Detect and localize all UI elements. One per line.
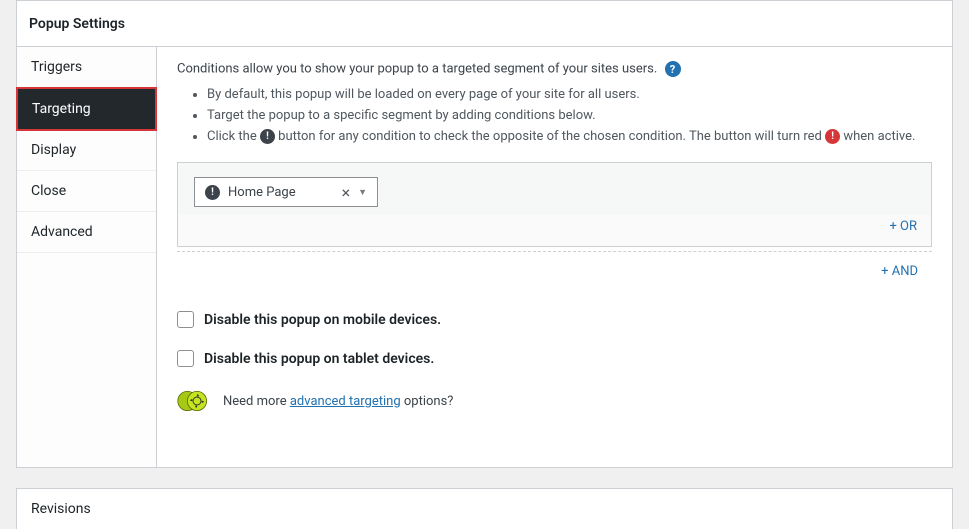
settings-tabs: Triggers Targeting Display Close Advance… (17, 47, 157, 467)
tab-advanced[interactable]: Advanced (17, 212, 156, 253)
gear-icon (177, 389, 209, 413)
bullet-3: Click the ! button for any condition to … (207, 129, 932, 144)
popup-settings-panel: Popup Settings Triggers Targeting Displa… (16, 0, 953, 468)
tab-triggers[interactable]: Triggers (17, 47, 156, 88)
revisions-panel: Revisions (16, 488, 953, 529)
conditions-panel: ! Home Page × ▼ + OR (177, 162, 932, 247)
promo-row: Need more advanced targeting options? (177, 389, 932, 413)
remove-condition-icon[interactable]: × (336, 183, 357, 202)
disable-tablet-checkbox[interactable] (177, 350, 194, 367)
intro-text: Conditions allow you to show your popup … (177, 61, 657, 76)
intro-paragraph: Conditions allow you to show your popup … (177, 61, 932, 77)
panel-title: Popup Settings (29, 16, 125, 32)
advanced-targeting-link[interactable]: advanced targeting (290, 394, 401, 409)
revisions-title: Revisions (17, 489, 952, 529)
tab-targeting[interactable]: Targeting (16, 87, 157, 131)
condition-chip[interactable]: ! Home Page × ▼ (194, 177, 378, 207)
not-toggle-icon[interactable]: ! (205, 185, 220, 200)
panel-body: Triggers Targeting Display Close Advance… (17, 47, 952, 467)
disable-mobile-checkbox[interactable] (177, 311, 194, 328)
tab-close[interactable]: Close (17, 171, 156, 212)
not-icon-active: ! (825, 129, 840, 144)
promo-text: Need more advanced targeting options? (223, 394, 453, 409)
disable-tablet-label[interactable]: Disable this popup on tablet devices. (204, 351, 434, 367)
tab-display[interactable]: Display (17, 130, 156, 171)
condition-row: ! Home Page × ▼ (178, 163, 931, 215)
tab-content: Conditions allow you to show your popup … (157, 47, 952, 467)
disable-tablet-row: Disable this popup on tablet devices. (177, 350, 932, 367)
not-icon: ! (260, 129, 275, 144)
add-or-button[interactable]: + OR (178, 215, 931, 246)
help-icon[interactable]: ? (665, 61, 681, 77)
bullet-2: Target the popup to a specific segment b… (207, 108, 932, 123)
bullet-1: By default, this popup will be loaded on… (207, 87, 932, 102)
panel-header: Popup Settings (17, 1, 952, 47)
add-and-button[interactable]: + AND (177, 251, 932, 291)
disable-mobile-label[interactable]: Disable this popup on mobile devices. (204, 312, 441, 328)
disable-mobile-row: Disable this popup on mobile devices. (177, 311, 932, 328)
condition-label: Home Page (228, 185, 336, 200)
intro-bullets: By default, this popup will be loaded on… (177, 87, 932, 144)
chevron-down-icon[interactable]: ▼ (356, 187, 373, 198)
